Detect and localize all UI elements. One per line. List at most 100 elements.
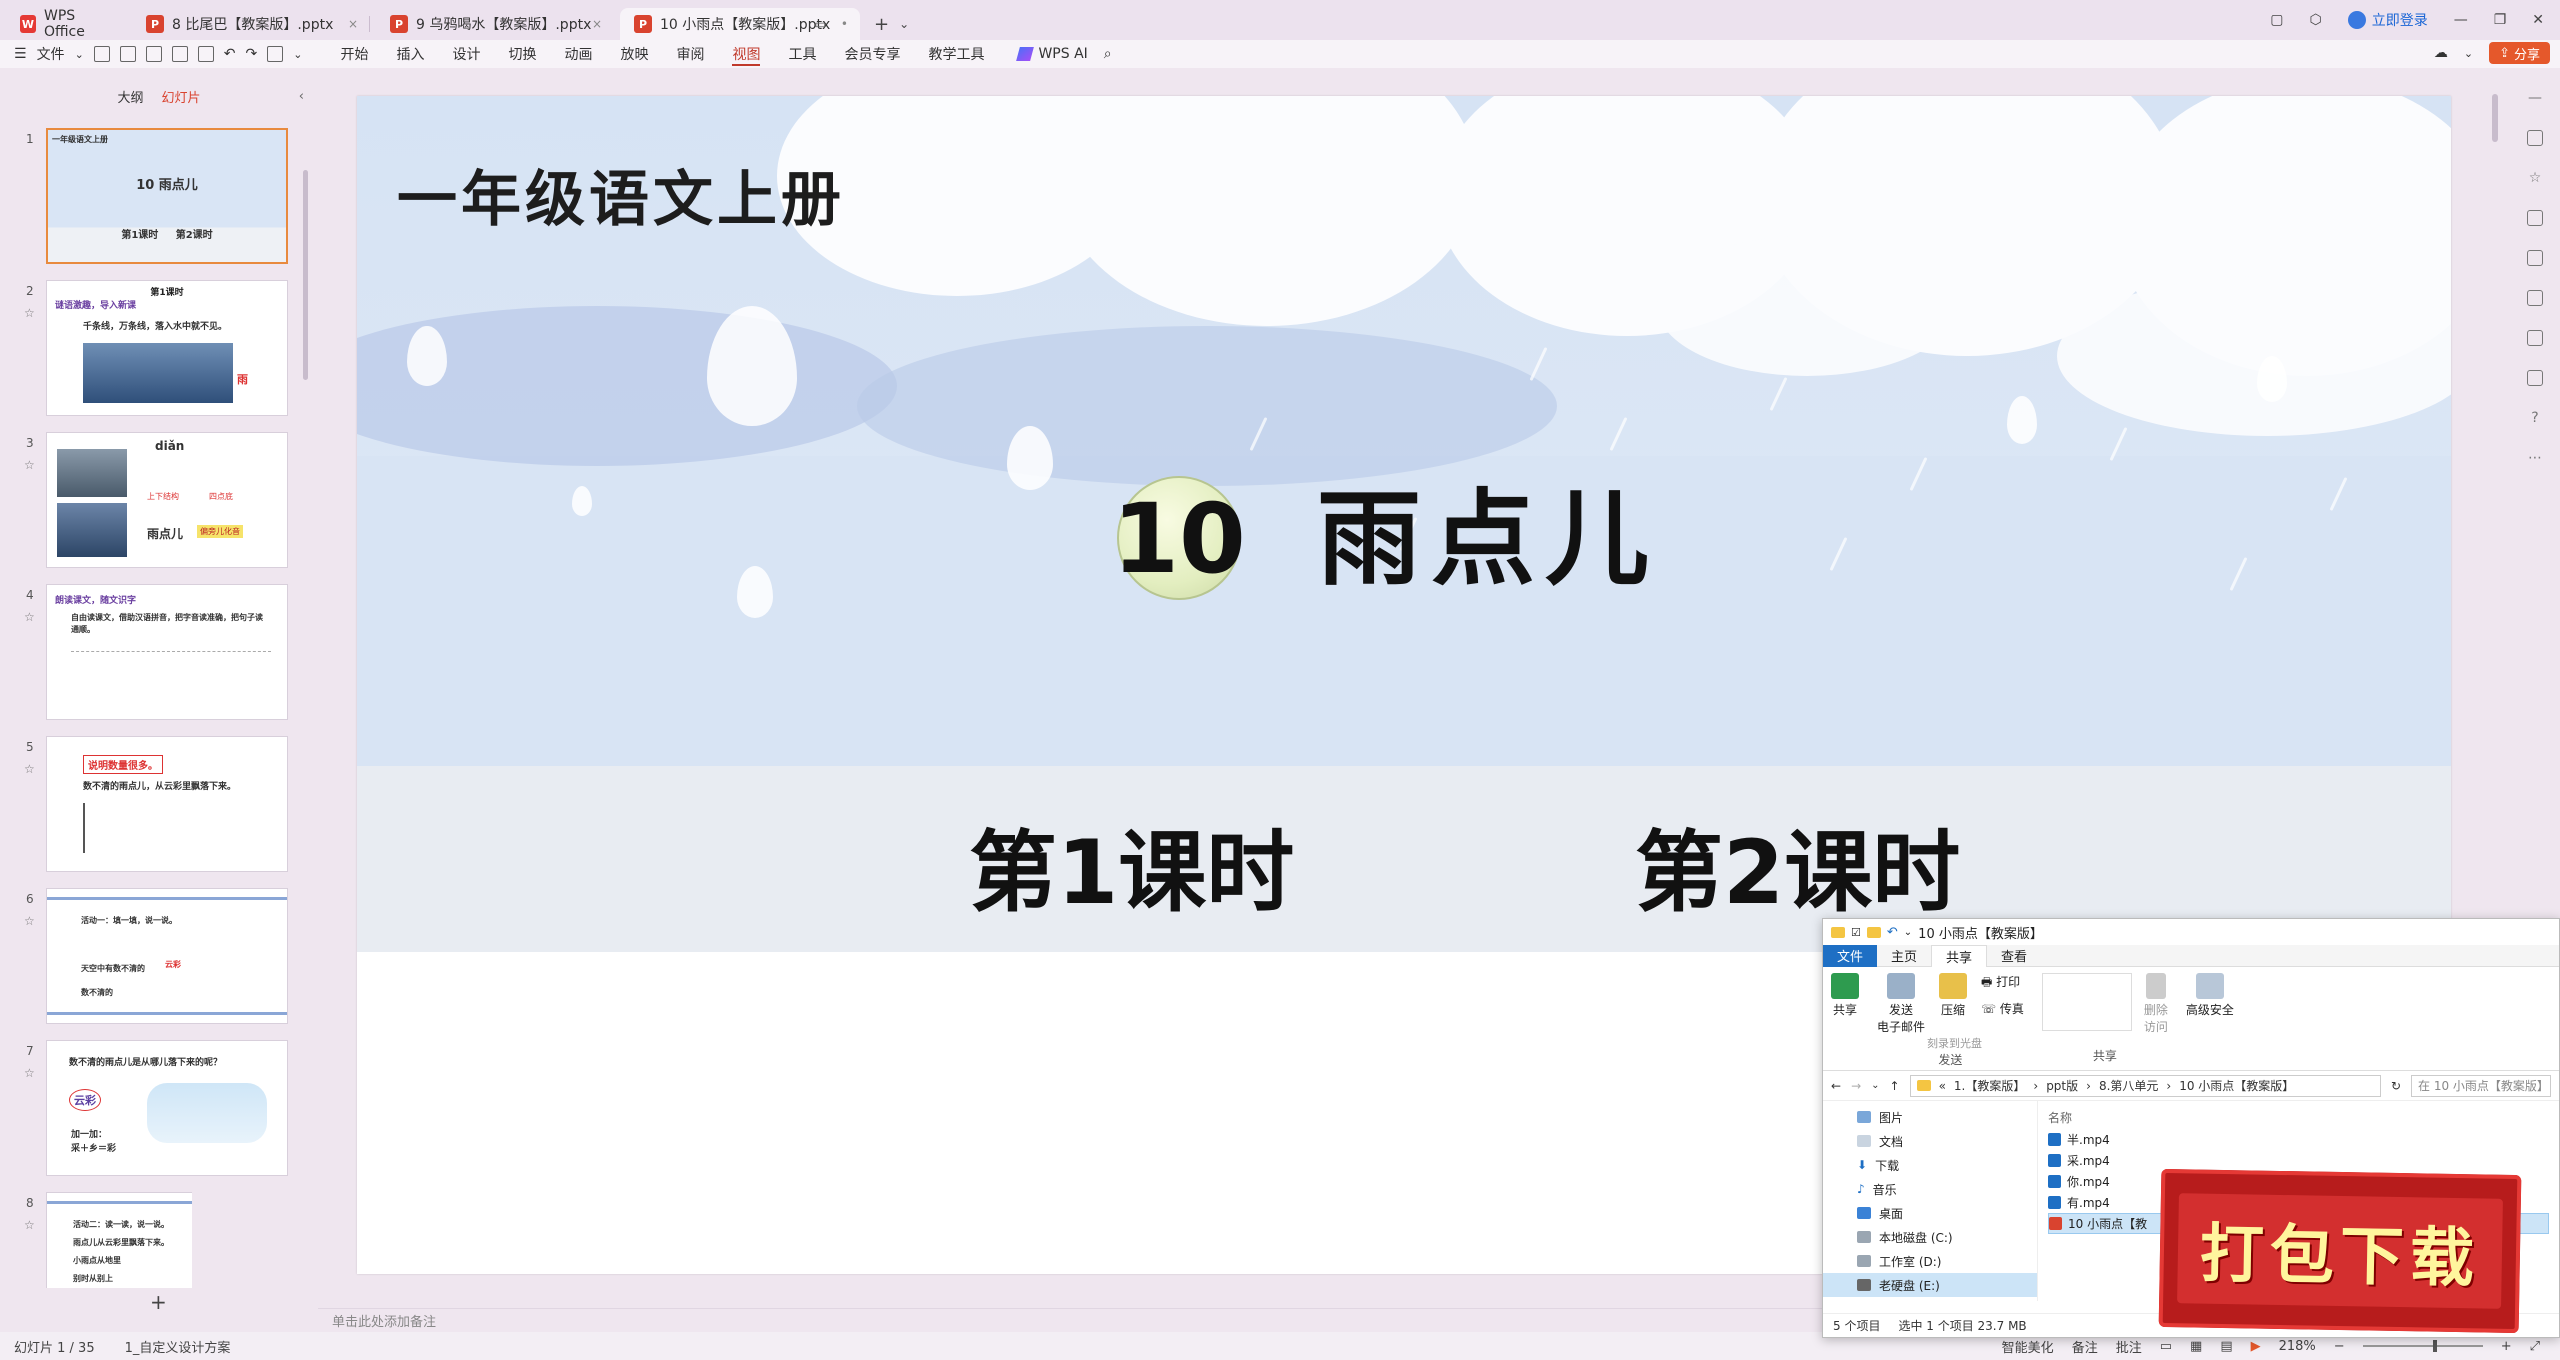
beautify-button[interactable]: 智能美化 <box>2002 1337 2054 1356</box>
close-icon[interactable]: × <box>348 17 358 31</box>
slide-thumbnail[interactable]: 2 ☆ 第1课时 谜语激趣，导入新课 千条线，万条线，落入水中就不见。 雨 <box>0 280 288 420</box>
share-with-list[interactable] <box>2041 973 2132 1031</box>
nav-music[interactable]: ♪ 音乐 <box>1823 1177 2037 1201</box>
comments-toggle[interactable]: 批注 <box>2116 1337 2142 1356</box>
tab-slides[interactable]: 幻灯片 <box>162 87 201 106</box>
address-bar[interactable]: « 1.【教案版】 › ppt版 › 8.第八单元 › 10 小雨点【教案版】 <box>1909 1074 2381 1097</box>
tab-wps-office[interactable]: W WPS Office <box>6 8 126 40</box>
sorter-view-icon[interactable]: ▦ <box>2190 1339 2202 1354</box>
search-icon[interactable]: ⌕ <box>1104 46 1112 62</box>
star-icon[interactable]: ☆ <box>24 306 35 320</box>
burn-disc-button[interactable]: 刻录到光盘 <box>1927 1035 1982 1051</box>
fit-window-icon[interactable]: ⤢ <box>2530 1339 2540 1354</box>
breadcrumb-item[interactable]: ppt版 <box>2046 1077 2078 1094</box>
star-icon[interactable]: ☆ <box>24 458 35 472</box>
zoom-level[interactable]: 218% <box>2279 1339 2316 1354</box>
breadcrumb-item[interactable]: 8.第八单元 <box>2099 1077 2158 1094</box>
undo-icon[interactable]: ↶ <box>224 46 236 62</box>
zoom-slider[interactable] <box>2362 1340 2483 1352</box>
preview-icon[interactable] <box>197 46 214 62</box>
share-button[interactable]: ⇪ 分享 <box>2489 42 2550 64</box>
chevron-down-icon[interactable]: ⌄ <box>899 17 909 31</box>
slide-thumbnail[interactable]: 6 ☆ 活动一：填一填，说一说。 天空中有数不清的 云彩 数不清的 <box>0 888 288 1028</box>
period-1-link[interactable]: 第1课时 <box>969 802 1294 929</box>
collapse-icon[interactable]: — <box>2528 90 2542 106</box>
monitor-icon[interactable]: ▭ <box>815 17 826 31</box>
explorer-tab-file[interactable]: 文件 <box>1823 944 1878 967</box>
star-icon[interactable]: ☆ <box>24 914 35 928</box>
close-window-icon[interactable]: ✕ <box>2532 12 2544 28</box>
download-package-stamp[interactable]: 打包下载 <box>2158 1168 2522 1334</box>
star-icon[interactable]: ☆ <box>2529 170 2542 186</box>
print-icon[interactable] <box>171 46 188 62</box>
login-button[interactable]: 立即登录 <box>2347 10 2428 30</box>
close-icon[interactable]: • <box>841 17 848 31</box>
close-icon[interactable]: × <box>592 17 602 31</box>
slide-grade-title[interactable]: 一年级语文上册 <box>397 151 845 238</box>
nav-pictures[interactable]: 图片 <box>1823 1105 2037 1129</box>
puzzle-icon[interactable] <box>2527 370 2543 386</box>
breadcrumb-item[interactable]: 10 小雨点【教案版】 <box>2179 1077 2294 1094</box>
nav-desktop[interactable]: 桌面 <box>1823 1201 2037 1225</box>
lesson-title[interactable]: 雨点儿 <box>1317 484 1659 594</box>
reading-view-icon[interactable]: ▤ <box>2220 1339 2232 1354</box>
menu-tools[interactable]: 工具 <box>774 40 830 68</box>
menu-view[interactable]: 视图 <box>718 40 774 68</box>
menu-slideshow[interactable]: 放映 <box>606 40 662 68</box>
chevron-down-icon[interactable]: ⌄ <box>1904 927 1912 938</box>
restore-icon[interactable]: ❐ <box>2494 12 2507 28</box>
checkbox-icon[interactable]: ☑ <box>1851 926 1861 939</box>
menu-teaching-tools[interactable]: 教学工具 <box>914 40 998 68</box>
menu-start[interactable]: 开始 <box>326 40 382 68</box>
menu-design[interactable]: 设计 <box>438 40 494 68</box>
theme-name[interactable]: 1_自定义设计方案 <box>125 1337 231 1356</box>
hamburger-icon[interactable]: ☰ <box>14 46 27 62</box>
minimize-icon[interactable]: — <box>2454 12 2468 28</box>
nav-documents[interactable]: 文档 <box>1823 1129 2037 1153</box>
copy-icon[interactable] <box>2527 210 2543 226</box>
explorer-tab-home[interactable]: 主页 <box>1877 945 1931 967</box>
explorer-tab-share[interactable]: 共享 <box>1931 944 1988 967</box>
notes-toggle[interactable]: 备注 <box>2072 1337 2098 1356</box>
star-icon[interactable]: ☆ <box>24 610 35 624</box>
collapse-panel-icon[interactable]: ‹ <box>299 89 304 104</box>
book-icon[interactable] <box>2527 330 2543 346</box>
brush-icon[interactable] <box>2527 290 2543 306</box>
email-ribbon-button[interactable]: 发送 电子邮件 <box>1877 973 1925 1035</box>
menu-review[interactable]: 审阅 <box>662 40 718 68</box>
chevron-down-icon[interactable]: ⌄ <box>293 48 302 61</box>
cloud-sync-icon[interactable]: ☁ <box>2434 45 2448 61</box>
format-painter-icon[interactable] <box>267 46 284 62</box>
explorer-tab-view[interactable]: 查看 <box>1987 945 2041 967</box>
nav-drive-d[interactable]: 工作室 (D:) <box>1823 1249 2037 1273</box>
nav-scrollbar[interactable] <box>2027 1101 2035 1301</box>
column-header-name[interactable]: 名称 <box>2048 1105 2549 1129</box>
advanced-security-button[interactable]: 高级安全 <box>2186 973 2234 1064</box>
chevron-down-icon[interactable]: ⌄ <box>75 48 84 61</box>
print-ribbon-button[interactable]: 🖶 打印 <box>1981 973 2024 994</box>
lesson-number[interactable]: 10 <box>1109 484 1249 594</box>
tab-doc-8[interactable]: P 8 比尾巴【教案版】.pptx × <box>132 8 370 40</box>
new-file-icon[interactable] <box>93 46 110 62</box>
file-item[interactable]: 采.mp4 <box>2048 1150 2549 1171</box>
slide-thumbnail[interactable]: 1 一年级语文上册 10 雨点儿 第1课时 第2课时 <box>0 128 288 268</box>
breadcrumb-item[interactable]: 1.【教案版】 <box>1954 1077 2025 1094</box>
save-icon[interactable] <box>145 46 162 62</box>
file-item[interactable]: 半.mp4 <box>2048 1129 2549 1150</box>
fax-ribbon-button[interactable]: ☏ 传真 <box>1981 1000 2024 1017</box>
plus-icon[interactable]: + <box>874 14 889 35</box>
normal-view-icon[interactable]: ▭ <box>2160 1339 2172 1354</box>
zoom-out-icon[interactable]: − <box>2334 1339 2345 1354</box>
help-icon[interactable]: ? <box>2531 410 2538 426</box>
slideshow-icon[interactable]: ▶ <box>2251 1339 2261 1354</box>
menu-insert[interactable]: 插入 <box>382 40 438 68</box>
slide-thumbnail[interactable]: 8 ☆ 活动二：读一读，说一说。 雨点儿从云彩里飘落下来。 小雨点从地里 别时从… <box>0 1192 192 1288</box>
nav-drive-c[interactable]: 本地磁盘 (C:) <box>1823 1225 2037 1249</box>
new-tab-button[interactable]: + ⌄ <box>874 8 909 40</box>
up-icon[interactable]: ↑ <box>1890 1079 1900 1093</box>
tab-outline[interactable]: 大纲 <box>117 87 143 106</box>
thumbnail-scrollbar[interactable] <box>303 170 308 380</box>
share-ribbon-button[interactable]: 共享 <box>1831 973 1859 1064</box>
open-folder-icon[interactable] <box>119 46 136 62</box>
menu-member[interactable]: 会员专享 <box>830 40 914 68</box>
